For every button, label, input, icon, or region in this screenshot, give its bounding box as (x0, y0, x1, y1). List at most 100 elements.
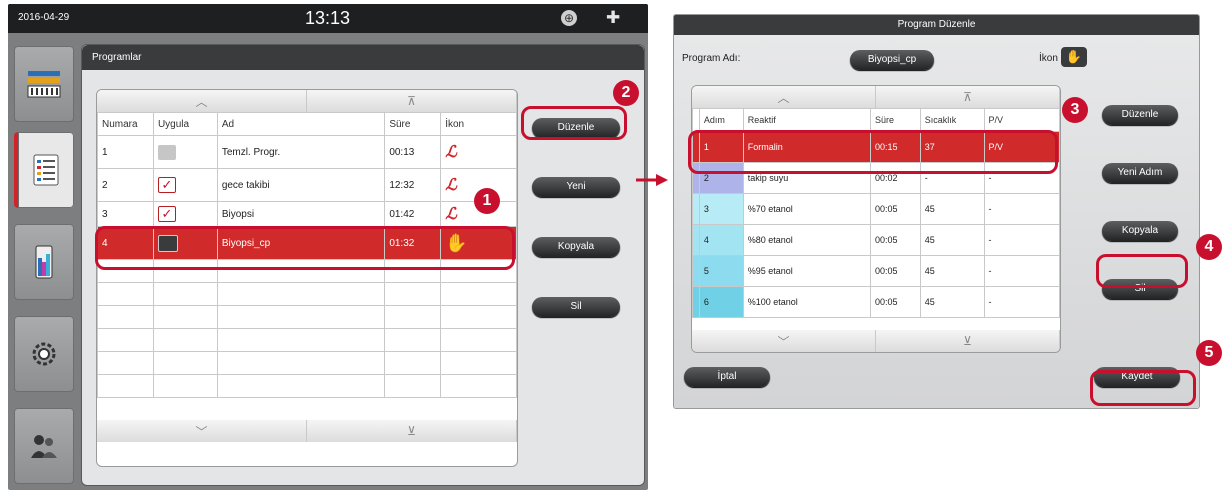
arrow-right-icon (636, 174, 668, 186)
user-icon[interactable]: ✚ (606, 8, 620, 28)
chevron-down-icon: ﹀ (777, 334, 790, 349)
apply-checkbox[interactable]: ✓ (152, 168, 218, 202)
checkbox-unchecked-icon (157, 144, 176, 160)
copy-button[interactable]: Kopyala (532, 237, 620, 257)
sidebar-item-programs[interactable] (14, 132, 74, 208)
reagent-bottle-icon (35, 245, 53, 279)
col-temp-header: Sıcaklık (919, 108, 985, 132)
program-name: Biyopsi (216, 201, 386, 227)
cancel-button[interactable]: İptal (684, 367, 770, 387)
icon-picker-button[interactable]: ✋ (1061, 47, 1087, 67)
col-time-header: Süre (384, 112, 442, 136)
apply-checkbox[interactable] (152, 135, 218, 169)
col-step-header: Adım (698, 108, 744, 132)
delete-button[interactable]: Sil (532, 297, 620, 317)
step-edit-button[interactable]: Düzenle (1102, 105, 1178, 125)
step-time: 00:05 (870, 286, 921, 318)
step-temp: 45 (919, 224, 985, 256)
sidebar-item-status[interactable] (14, 46, 74, 122)
program-edit-dialog: Program Düzenle Program Adı: Biyopsi_cp … (673, 14, 1200, 409)
step-pv: - (983, 224, 1060, 256)
date-label: 2016-04-29 (18, 12, 70, 23)
step-copy-button[interactable]: Kopyala (1102, 221, 1178, 241)
col-apply-header: Uygula (152, 112, 218, 136)
scroll-top-button[interactable]: ⊼ (876, 86, 1060, 108)
sidebar-item-reagents[interactable] (14, 224, 74, 300)
step-time: 00:05 (870, 193, 921, 225)
step-number: 5 (698, 255, 744, 287)
sidebar-nav (14, 46, 74, 486)
scroll-bottom-button[interactable]: ⊻ (876, 330, 1060, 352)
reagent-icon: ℒ (445, 144, 457, 161)
row-number: 3 (97, 201, 154, 227)
scroll-up-button[interactable]: ︿ (97, 90, 307, 112)
program-time: 00:13 (384, 135, 442, 169)
col-pv-header: P/V (983, 108, 1060, 132)
table-header-row: Adım Reaktif Süre Sıcaklık P/V (692, 108, 1060, 132)
globe-icon[interactable]: ⊕ (561, 10, 577, 26)
table-row[interactable]: 3 %70 etanol 00:05 45 - (692, 193, 1060, 225)
col-reagent-header: Reaktif (742, 108, 872, 132)
table-scroll-top: ︿ ⊼ (97, 90, 517, 112)
table-row[interactable]: 2 ✓ gece takibi 12:32 ℒ (97, 168, 517, 202)
row-number: 2 (97, 168, 154, 202)
reagent-name: %95 etanol (742, 255, 872, 287)
hand-icon: ✋ (1065, 49, 1083, 64)
table-row[interactable]: 3 ✓ Biyopsi 01:42 ℒ (97, 201, 517, 227)
scroll-down-button[interactable]: ﹀ (97, 420, 307, 442)
gear-icon (32, 342, 56, 366)
highlight-save-button (1090, 370, 1196, 406)
apply-checkbox[interactable]: ✓ (152, 201, 218, 227)
highlight-edit-button (521, 106, 627, 140)
scroll-down-button[interactable]: ﹀ (692, 330, 876, 352)
scroll-top-button[interactable]: ⊼ (307, 90, 517, 112)
step-number: 3 (698, 193, 744, 225)
col-name-header: Ad (216, 112, 386, 136)
step-pv: - (983, 286, 1060, 318)
step-temp: 45 (919, 255, 985, 287)
scroll-up-button[interactable]: ︿ (692, 86, 876, 108)
table-row[interactable]: 6 %100 etanol 00:05 45 - (692, 286, 1060, 318)
step-table: ︿ ⊼ Adım Reaktif Süre Sıcaklık P/V 1 For… (691, 85, 1061, 353)
step-badge-2: 2 (613, 80, 639, 106)
step-temp: 45 (919, 286, 985, 318)
table-row[interactable]: 4 %80 etanol 00:05 45 - (692, 224, 1060, 256)
empty-row (97, 305, 517, 329)
chevron-down-icon: ﹀ (195, 424, 208, 439)
sidebar-item-users[interactable] (14, 408, 74, 484)
step-time: 00:05 (870, 224, 921, 256)
empty-row (97, 351, 517, 375)
step-badge-1: 1 (474, 188, 500, 214)
program-name-field[interactable]: Biyopsi_cp (850, 50, 934, 70)
reagent-color-swatch (692, 286, 700, 318)
reagent-color-swatch (692, 224, 700, 256)
step-scroll-top: ︿ ⊼ (692, 86, 1060, 108)
reagent-color-swatch (692, 193, 700, 225)
step-temp: 45 (919, 193, 985, 225)
program-icon-cell: ℒ (440, 135, 517, 169)
chevron-bottom-icon: ⊻ (963, 334, 972, 348)
program-name: Temzl. Progr. (216, 135, 386, 169)
chevron-top-icon: ⊼ (963, 90, 972, 104)
panel-header: Programlar (82, 45, 644, 70)
clock: 13:13 (305, 8, 351, 28)
empty-row (97, 282, 517, 306)
new-step-button[interactable]: Yeni Adım (1102, 163, 1178, 183)
empty-row (97, 374, 517, 398)
icon-label: İkon (1039, 53, 1058, 64)
reagent-color-swatch (692, 255, 700, 287)
checkbox-checked-icon: ✓ (157, 206, 176, 222)
step-pv: - (983, 193, 1060, 225)
chevron-up-icon: ︿ (195, 94, 208, 109)
dialog-title: Program Düzenle (674, 15, 1199, 35)
highlight-selected-program (95, 226, 515, 270)
program-table: ︿ ⊼ Numara Uygula Ad Süre İkon 1 Temzl. … (96, 89, 518, 467)
new-button[interactable]: Yeni (532, 177, 620, 197)
scroll-bottom-button[interactable]: ⊻ (307, 420, 517, 442)
table-row[interactable]: 1 Temzl. Progr. 00:13 ℒ (97, 135, 517, 169)
sidebar-item-settings[interactable] (14, 316, 74, 392)
table-row[interactable]: 5 %95 etanol 00:05 45 - (692, 255, 1060, 287)
col-time-header: Süre (870, 108, 921, 132)
step-number: 6 (698, 286, 744, 318)
chevron-up-icon: ︿ (777, 90, 790, 105)
